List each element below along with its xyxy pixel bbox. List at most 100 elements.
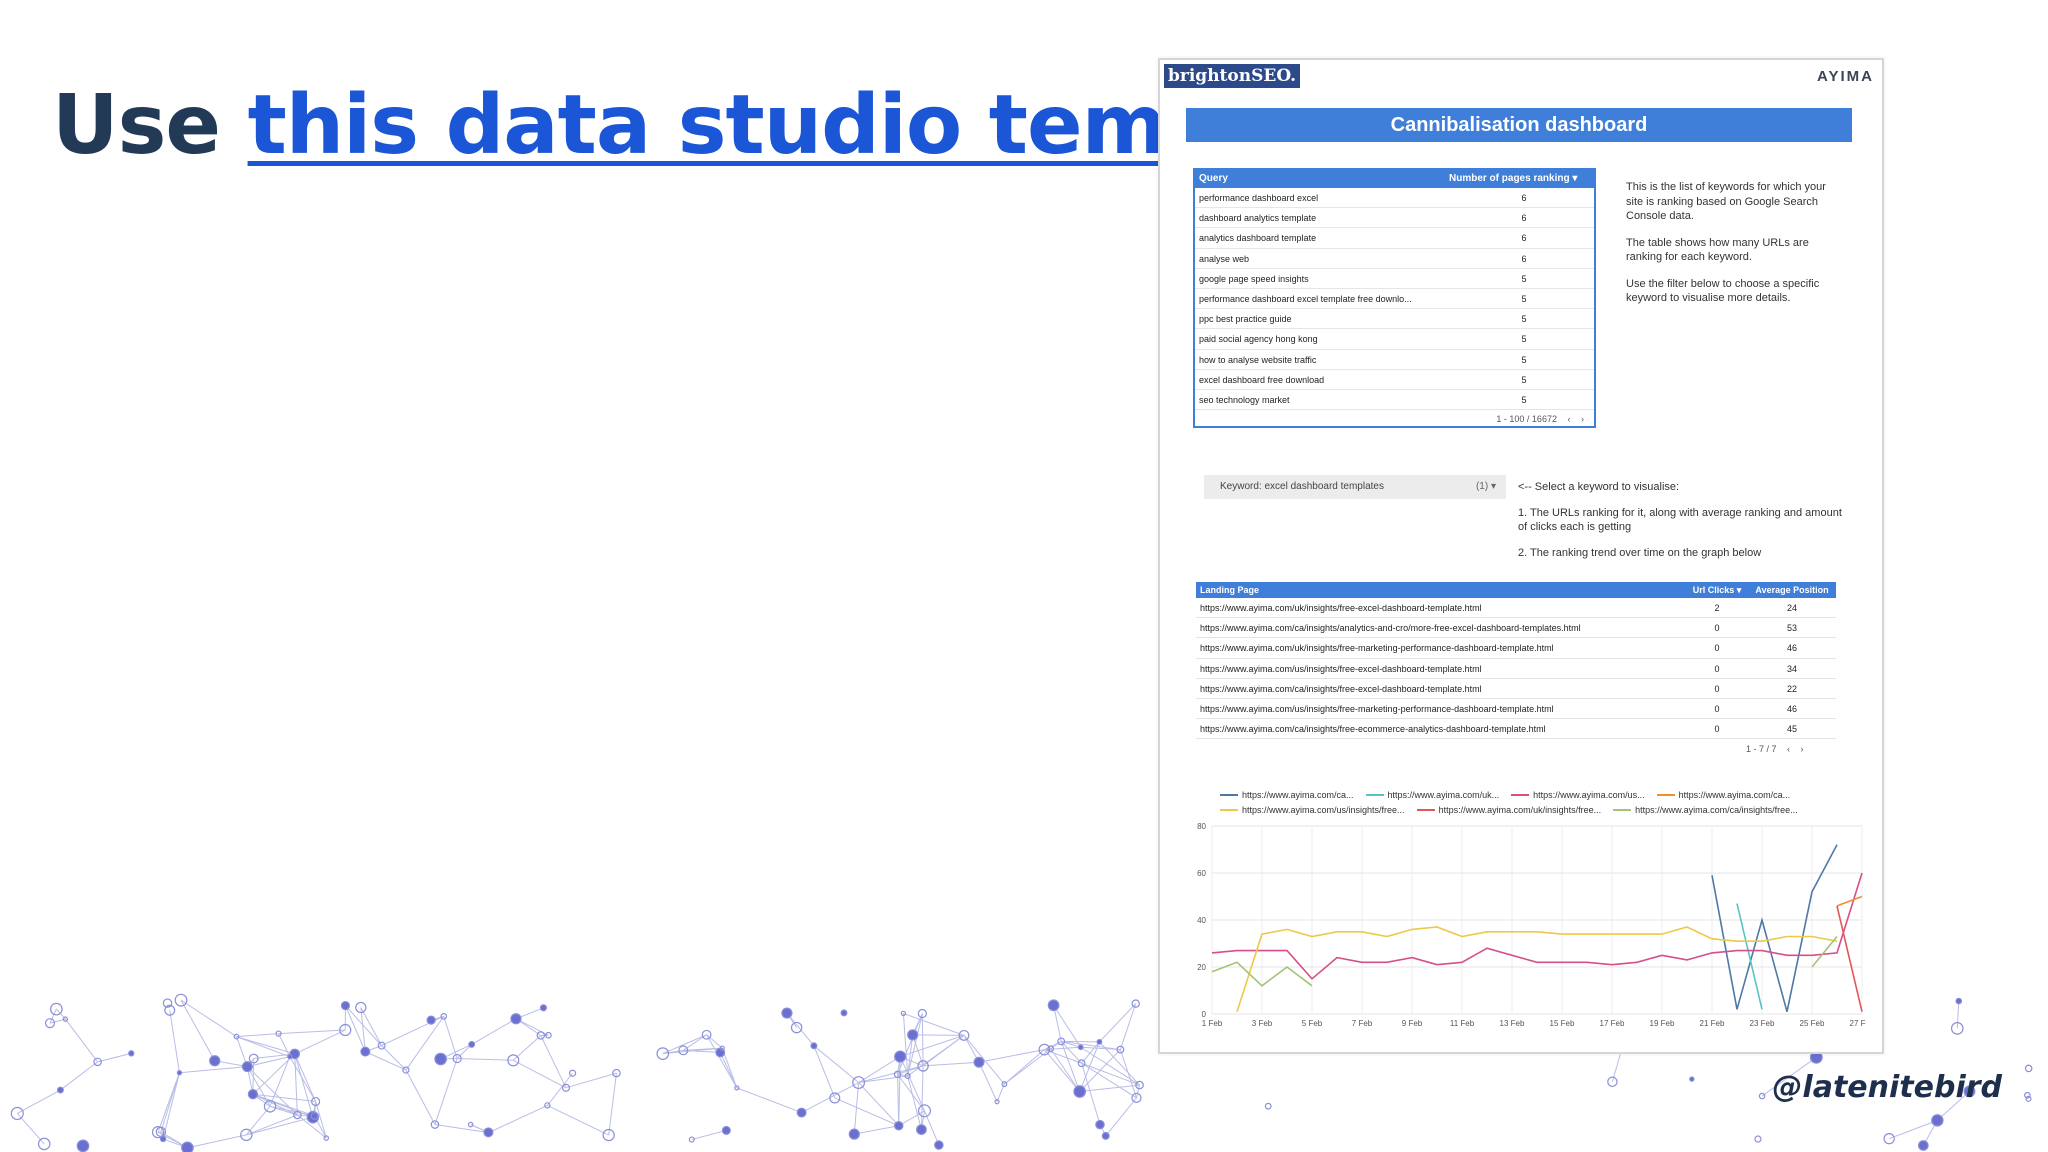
keyword-filter-dropdown[interactable]: Keyword: excel dashboard templates (1) ▾: [1204, 475, 1506, 499]
landing-table-row[interactable]: https://www.ayima.com/ca/insights/free-e…: [1196, 679, 1836, 699]
legend-item[interactable]: https://www.ayima.com/uk/insights/free..…: [1416, 802, 1602, 817]
legend-item[interactable]: https://www.ayima.com/ca...: [1656, 787, 1790, 802]
x-tick-label: 7 Feb: [1352, 1019, 1373, 1028]
landing-table-row[interactable]: https://www.ayima.com/ca/insights/free-e…: [1196, 719, 1836, 740]
network-edge: [858, 1082, 900, 1127]
landing-page-column-header[interactable]: Landing Page: [1200, 582, 1684, 598]
landing-table-row[interactable]: https://www.ayima.com/uk/insights/free-e…: [1196, 598, 1836, 619]
average-position-cell: 34: [1786, 663, 1797, 674]
network-edge: [187, 1134, 247, 1149]
network-edge: [278, 1029, 346, 1035]
legend-item[interactable]: https://www.ayima.com/ca/insights/free..…: [1613, 802, 1798, 817]
network-edge: [1888, 1119, 1938, 1140]
query-table-row[interactable]: excel dashboard free download 5: [1195, 370, 1594, 390]
network-edge: [706, 1034, 738, 1089]
network-node: [1754, 1135, 1762, 1143]
query-table-row[interactable]: ppc best practice guide 5: [1195, 309, 1594, 330]
landing-table-row[interactable]: https://www.ayima.com/us/insights/free-e…: [1196, 659, 1836, 679]
url-clicks-cell: 0: [1714, 643, 1720, 654]
network-edge: [471, 1018, 517, 1045]
network-node: [934, 1140, 944, 1150]
network-edge: [17, 1089, 61, 1114]
legend-label: https://www.ayima.com/uk...: [1387, 789, 1500, 800]
network-edge: [547, 1104, 609, 1136]
legend-item[interactable]: https://www.ayima.com/ca...: [1220, 787, 1354, 802]
average-position-cell: 46: [1786, 643, 1797, 654]
network-edge: [97, 1052, 132, 1063]
network-node: [360, 1046, 371, 1057]
next-page-icon[interactable]: ›: [1581, 414, 1584, 424]
legend-item[interactable]: https://www.ayima.com/uk...: [1365, 787, 1500, 802]
network-node: [781, 1007, 793, 1019]
average-position-column-header[interactable]: Average Position: [1750, 582, 1834, 598]
average-position-cell: 45: [1786, 724, 1797, 735]
network-node: [701, 1029, 712, 1040]
query-table-row[interactable]: analyse web 6: [1195, 249, 1594, 269]
prev-page-icon[interactable]: ‹: [1787, 744, 1790, 754]
landing-table-row[interactable]: https://www.ayima.com/uk/insights/free-m…: [1196, 638, 1836, 659]
network-edge: [269, 1056, 291, 1107]
network-edge: [1004, 1048, 1051, 1085]
pages-ranking-cell: 6: [1521, 233, 1527, 244]
landing-table-row[interactable]: https://www.ayima.com/us/insights/free-m…: [1196, 699, 1836, 720]
query-table-row[interactable]: seo technology market 5: [1195, 390, 1594, 411]
query-table-row[interactable]: how to analyse website traffic 5: [1195, 350, 1594, 370]
network-edge: [294, 1053, 317, 1102]
x-tick-label: 13 Feb: [1500, 1019, 1525, 1028]
network-node: [510, 1013, 522, 1025]
legend-label: https://www.ayima.com/us/insights/free..…: [1242, 804, 1405, 815]
pages-ranking-cell: 6: [1521, 193, 1527, 203]
landing-pager-text: 1 - 7 / 7: [1746, 744, 1777, 754]
network-node: [1917, 1140, 1929, 1151]
legend-item[interactable]: https://www.ayima.com/us/insights/free..…: [1220, 802, 1405, 817]
pages-ranking-cell: 5: [1521, 293, 1527, 304]
filter-description: <-- Select a keyword to visualise: 1. Th…: [1518, 480, 1848, 571]
query-column-header[interactable]: Query: [1199, 170, 1449, 188]
landing-page-cell: https://www.ayima.com/ca/insights/free-e…: [1200, 724, 1546, 735]
network-node: [181, 1141, 194, 1152]
legend-item[interactable]: https://www.ayima.com/us...: [1511, 787, 1645, 802]
landing-page-cell: https://www.ayima.com/ca/insights/free-e…: [1200, 683, 1482, 694]
pages-ranking-cell: 6: [1521, 213, 1527, 224]
network-edge: [813, 1045, 859, 1083]
network-node: [1689, 1076, 1695, 1082]
network-edge: [60, 1061, 98, 1091]
network-edge: [565, 1072, 617, 1089]
x-tick-label: 15 Feb: [1550, 1019, 1575, 1028]
query-table-row[interactable]: google page speed insights 5: [1195, 269, 1594, 289]
query-table-row[interactable]: paid social agency hong kong 5: [1195, 329, 1594, 350]
legend-label: https://www.ayima.com/uk/insights/free..…: [1438, 804, 1602, 815]
twitter-handle: @latenitebird: [1772, 1070, 2002, 1105]
prev-page-icon[interactable]: ‹: [1567, 414, 1570, 424]
network-edge: [978, 1049, 1045, 1063]
network-node: [426, 1015, 436, 1025]
query-cell: google page speed insights: [1199, 273, 1309, 284]
y-tick-label: 60: [1197, 869, 1206, 878]
query-table-row[interactable]: analytics dashboard template 6: [1195, 228, 1594, 249]
network-node: [1931, 1114, 1944, 1127]
network-edge: [854, 1125, 899, 1135]
query-table-row[interactable]: performance dashboard excel 6: [1195, 188, 1594, 209]
network-node: [1264, 1102, 1272, 1110]
next-page-icon[interactable]: ›: [1801, 744, 1804, 754]
landing-table-row[interactable]: https://www.ayima.com/ca/insights/analyt…: [1196, 618, 1836, 639]
network-node: [810, 1042, 818, 1050]
network-edge: [157, 1072, 180, 1133]
url-clicks-column-header[interactable]: Url Clicks ▾: [1684, 582, 1750, 598]
average-position-cell: 22: [1786, 683, 1797, 694]
network-edge: [858, 1056, 901, 1083]
network-edge: [169, 1010, 180, 1073]
landing-page-cell: https://www.ayima.com/uk/insights/free-e…: [1200, 603, 1482, 613]
description-paragraph: Use the filter below to choose a specifi…: [1626, 277, 1820, 305]
network-edge: [294, 1029, 346, 1055]
query-table-row[interactable]: dashboard analytics template 6: [1195, 208, 1594, 229]
network-edge: [923, 1061, 980, 1067]
network-edge: [912, 1034, 965, 1036]
x-tick-label: 25 Feb: [1800, 1019, 1825, 1028]
average-position-cell: 24: [1786, 603, 1797, 613]
x-tick-label: 21 Feb: [1700, 1019, 1725, 1028]
pages-ranking-column-header[interactable]: Number of pages ranking ▾: [1449, 170, 1589, 188]
query-table-row[interactable]: performance dashboard excel template fre…: [1195, 289, 1594, 310]
network-node: [1073, 1085, 1087, 1098]
pages-ranking-cell: 5: [1521, 314, 1527, 325]
